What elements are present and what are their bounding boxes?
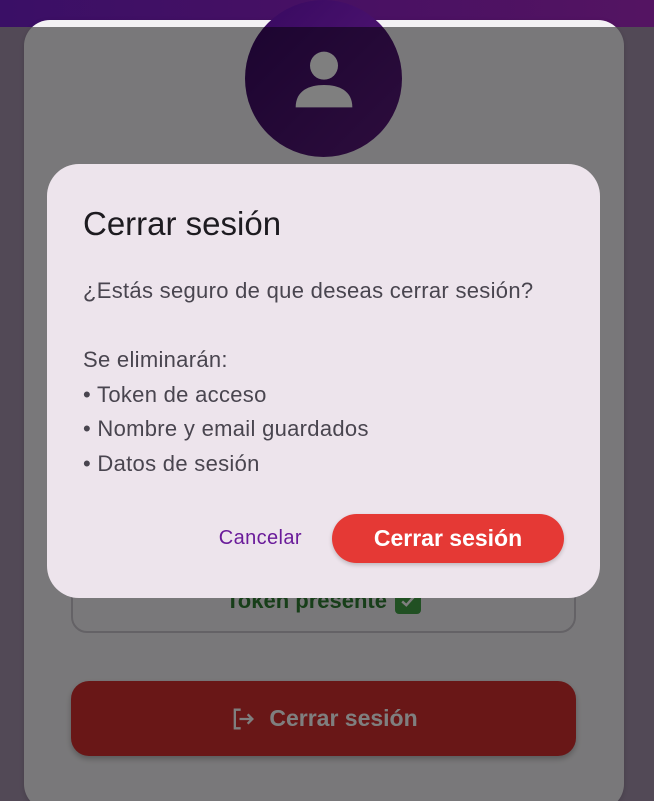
confirm-logout-button[interactable]: Cerrar sesión: [332, 514, 564, 563]
list-item: • Token de acceso: [83, 381, 267, 407]
dialog-body: ¿Estás seguro de que deseas cerrar sesió…: [83, 274, 564, 481]
dialog-actions: Cancelar Cerrar sesión: [219, 514, 564, 563]
list-item: • Datos de sesión: [83, 450, 260, 476]
list-item: • Nombre y email guardados: [83, 416, 369, 441]
dialog-list-intro: Se eliminarán:: [83, 347, 228, 372]
dialog-title: Cerrar sesión: [83, 205, 282, 242]
cancel-button[interactable]: Cancelar: [219, 519, 302, 558]
logout-dialog: Cerrar sesión ¿Estás seguro de que desea…: [47, 164, 600, 598]
dialog-question: ¿Estás seguro de que deseas cerrar sesió…: [83, 278, 534, 303]
